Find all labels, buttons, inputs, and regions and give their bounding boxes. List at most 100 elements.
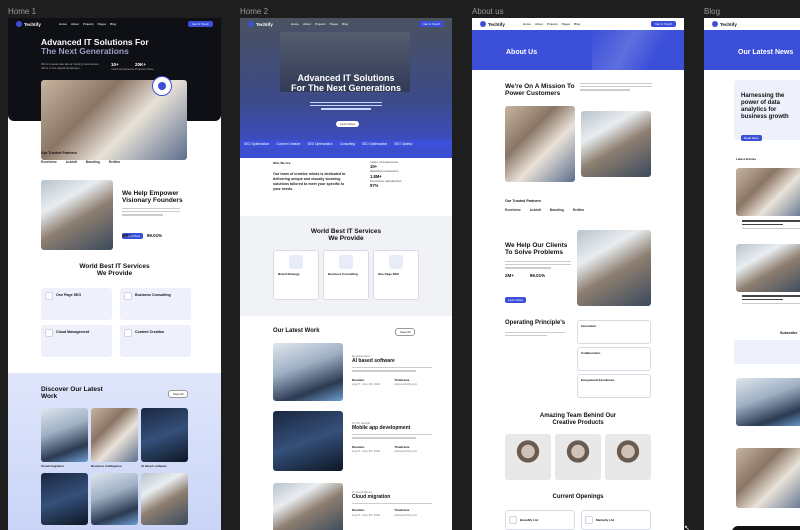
strip-item: Consulting (339, 142, 355, 146)
home2-logo[interactable]: Techtify (248, 21, 273, 27)
about-logo[interactable]: Techtify (480, 21, 505, 27)
service-card[interactable]: Business Consulting (323, 250, 369, 300)
service-name: Business Consulting (328, 272, 358, 276)
nav-blog[interactable]: Blog (110, 22, 116, 26)
nav-projects[interactable]: Projects (547, 22, 558, 26)
nav-about[interactable]: About (535, 22, 543, 26)
article-image[interactable] (736, 448, 800, 508)
about-openings-title: Current Openings (552, 494, 604, 500)
service-name: Business Consulting (135, 293, 171, 298)
work-image[interactable] (91, 408, 138, 462)
principle-card[interactable]: Collaboration (577, 347, 651, 371)
work-item: Development AI based software Duration Au… (352, 354, 432, 386)
work-meta-value: Aug 8 - Nov 25, 2024 (352, 448, 381, 453)
seo-icon (389, 255, 403, 269)
brand-name: Techtify (720, 21, 737, 27)
frame-label-about[interactable]: About us (472, 7, 504, 16)
strip-item: SEO Optimization (361, 142, 388, 146)
principle-card[interactable]: Exceptional Excellence (577, 374, 651, 398)
service-card[interactable]: Cloud Management (41, 325, 112, 357)
work-item: UI UX Design Mobile app development Dura… (352, 421, 432, 453)
nav-blog[interactable]: Blog (342, 22, 348, 26)
principle-card[interactable]: Innovation (577, 320, 651, 344)
strip-item: SEO Optimiz (394, 142, 413, 146)
article-image[interactable] (736, 168, 800, 216)
nav-blog[interactable]: Blog (574, 22, 580, 26)
home1-empower-stats: 2M+ 99.01% (122, 233, 162, 238)
home1-badge-icon (152, 76, 172, 96)
nav-home[interactable]: Home (291, 22, 299, 26)
work-image[interactable] (273, 411, 343, 471)
work-image[interactable] (41, 408, 88, 462)
article-image[interactable] (736, 378, 800, 426)
work-image[interactable] (141, 473, 188, 525)
home2-hero-title-line2: For The Next Generations (290, 82, 402, 93)
work-image[interactable] (273, 343, 343, 401)
work-image[interactable] (273, 483, 343, 530)
work-image[interactable] (141, 408, 188, 462)
strip-item: SEO Optimization (244, 142, 270, 146)
nav-about[interactable]: About (303, 22, 311, 26)
blog-hero-button[interactable]: Read More (741, 126, 762, 144)
home2-services-strip: SEO Optimization Content Creation SEO Op… (240, 140, 452, 148)
nav-pages[interactable]: Pages (98, 22, 107, 26)
nav-home[interactable]: Home (59, 22, 67, 26)
strip-item: SEO Optimization (307, 142, 333, 146)
content-icon (124, 329, 132, 337)
about-clients-text (505, 261, 571, 269)
home2-view-all-button[interactable]: View All (395, 328, 416, 336)
service-card[interactable]: Business Consulting (120, 288, 191, 320)
team-member-photo[interactable] (555, 434, 601, 480)
work-title-line2: Work (41, 393, 58, 401)
home1-logo[interactable]: Techtify (16, 21, 41, 27)
work-item: IT Consultancy Cloud migration Duration A… (352, 490, 432, 517)
nav-projects[interactable]: Projects (83, 22, 94, 26)
clients-title-line2: To Solve Problems (505, 249, 564, 257)
blog-footer-edge (732, 526, 800, 530)
empower-stat1: 2M+ (122, 233, 131, 238)
about-clients-button[interactable]: Learn More (505, 288, 527, 306)
seo-icon (45, 292, 53, 300)
service-name: Cloud Management (56, 330, 90, 335)
opening-card[interactable]: Brandify Ltd. (505, 510, 575, 530)
frame-home1[interactable]: Techtify Home About Projects Pages Blog … (8, 18, 221, 530)
service-card[interactable]: Brand Strategy (273, 250, 319, 300)
home2-nav-links: Home About Projects Pages Blog (291, 22, 348, 26)
consulting-icon (124, 292, 132, 300)
frame-label-home1[interactable]: Home 1 (8, 7, 36, 16)
frame-label-home2[interactable]: Home 2 (240, 7, 268, 16)
service-card[interactable]: One Page SEO (373, 250, 419, 300)
frame-about[interactable]: Techtify Home About Projects Pages Blog … (472, 18, 684, 530)
home2-who-label: Who We Are (273, 161, 291, 165)
blog-navbar: Techtify (704, 18, 800, 30)
home2-hero-button[interactable]: Learn More (336, 121, 360, 127)
blog-logo[interactable]: Techtify (712, 21, 737, 27)
service-card[interactable]: One Page SEO (41, 288, 112, 320)
team-title-line1: Amazing Team Behind Our (539, 413, 617, 419)
stat1-label: Years Experience (111, 67, 135, 71)
nav-cta-button[interactable]: Get in Touch (419, 21, 444, 27)
frame-label-blog[interactable]: Blog (704, 7, 720, 16)
blog-latest-label: Latest articles (736, 157, 757, 161)
work-title: Mobile app development (352, 425, 411, 432)
nav-cta-button[interactable]: Get in Touch (651, 21, 676, 27)
frame-home2[interactable]: Techtify Home About Projects Pages Blog … (240, 18, 452, 530)
service-card[interactable]: Content Creation (120, 325, 191, 357)
home1-view-all-button[interactable]: View All (168, 390, 189, 398)
frame-blog[interactable]: Techtify Our Latest News Harnessing the … (704, 18, 800, 530)
nav-pages[interactable]: Pages (330, 22, 339, 26)
opening-card[interactable]: Marketly Ltd. (581, 510, 651, 530)
article-image[interactable] (736, 244, 800, 292)
nav-projects[interactable]: Projects (315, 22, 326, 26)
nav-pages[interactable]: Pages (562, 22, 571, 26)
clients-title-line1: We Help Our Clients (505, 242, 568, 249)
nav-home[interactable]: Home (523, 22, 531, 26)
nav-about[interactable]: About (71, 22, 79, 26)
team-member-photo[interactable] (505, 434, 551, 480)
team-member-photo[interactable] (605, 434, 651, 480)
work-image[interactable] (91, 473, 138, 525)
empower-stat2: 99.01% (146, 233, 163, 238)
principle-name: Collaboration (581, 351, 601, 355)
work-image[interactable] (41, 473, 88, 525)
nav-cta-button[interactable]: Get in Touch (188, 21, 213, 27)
